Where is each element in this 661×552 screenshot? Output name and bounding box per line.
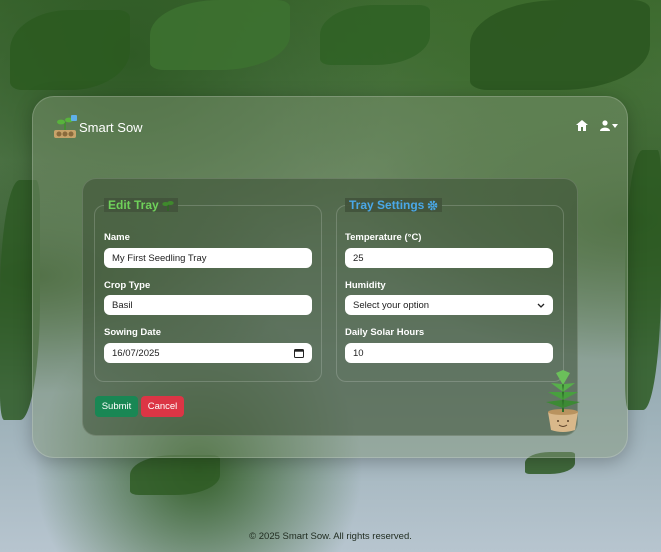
humidity-select-value: Select your option: [353, 299, 430, 311]
user-menu[interactable]: [600, 120, 618, 131]
solar-hours-label: Daily Solar Hours: [345, 327, 425, 338]
temperature-input[interactable]: 25: [345, 248, 553, 268]
tray-settings-legend: Tray Settings: [345, 198, 443, 212]
chevron-down-icon: [537, 303, 545, 308]
footer-text: © 2025 Smart Sow. All rights reserved.: [249, 531, 412, 542]
gear-icon: [428, 200, 438, 210]
calendar-icon[interactable]: [294, 348, 304, 358]
humidity-select[interactable]: Select your option: [345, 295, 553, 315]
sowing-date-label: Sowing Date: [104, 327, 162, 338]
name-input[interactable]: My First Seedling Tray: [104, 248, 312, 268]
logo-icon: [54, 115, 77, 138]
crop-type-label: Crop Type: [104, 280, 151, 291]
submit-button[interactable]: Submit: [95, 396, 138, 417]
potted-plant-icon: [546, 370, 580, 432]
home-icon[interactable]: [576, 120, 588, 131]
user-icon: [600, 120, 610, 131]
brand-name[interactable]: Smart Sow: [79, 120, 143, 135]
seedling-icon: [161, 200, 174, 211]
humidity-label: Humidity: [345, 280, 386, 291]
cancel-button[interactable]: Cancel: [141, 396, 184, 417]
edit-tray-legend: Edit Tray: [104, 198, 178, 212]
navbar: Smart Sow: [52, 112, 618, 142]
sowing-date-input[interactable]: 16/07/2025: [104, 343, 312, 363]
crop-type-input[interactable]: Basil: [104, 295, 312, 315]
name-label: Name: [104, 232, 130, 243]
temperature-label: Temperature (°C): [345, 232, 422, 243]
sowing-date-value: 16/07/2025: [112, 347, 160, 359]
chevron-down-icon: [612, 123, 618, 128]
solar-hours-input[interactable]: 10: [345, 343, 553, 363]
